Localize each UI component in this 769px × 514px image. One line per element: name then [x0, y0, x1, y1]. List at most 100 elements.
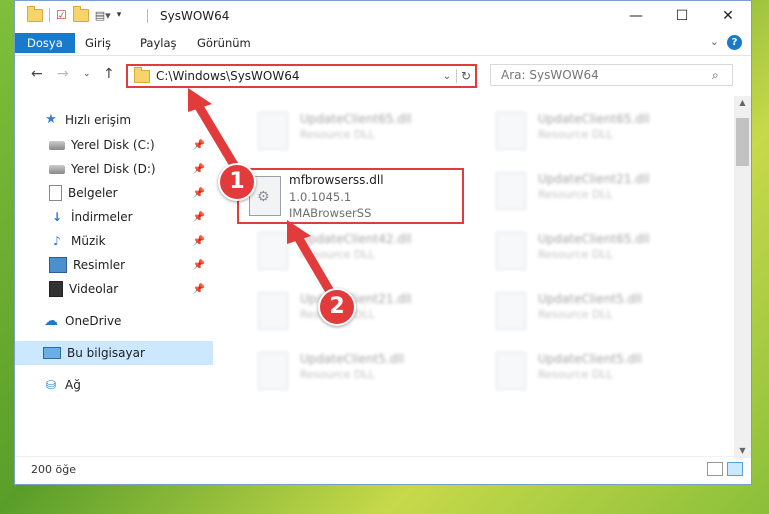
pin-icon[interactable]: 📌: [193, 188, 205, 199]
step-marker-1: 1: [218, 163, 256, 201]
status-bar: 200 öğe: [15, 456, 751, 484]
dll-file-icon: [496, 352, 526, 390]
file-item[interactable]: UpdateClient65.dll Resource DLL: [240, 106, 465, 156]
dll-file-icon: [496, 172, 526, 210]
star-icon: ★: [45, 112, 57, 127]
search-icon[interactable]: ⌕: [712, 68, 732, 83]
address-path[interactable]: C:\Windows\SysWOW64: [156, 69, 438, 83]
pin-icon[interactable]: 📌: [193, 260, 205, 271]
chevron-down-icon[interactable]: ⌄: [438, 71, 456, 82]
file-item[interactable]: UpdateClient5.dll Resource DLL: [478, 346, 703, 396]
onedrive-icon: ☁: [44, 313, 58, 329]
file-name: mfbrowserss.dll: [289, 173, 384, 187]
pin-icon[interactable]: 📌: [193, 236, 205, 247]
quick-access-toolbar: ☑ ▤▾ ▾: [27, 5, 122, 22]
nav-item-label: Resimler: [73, 258, 126, 272]
nav-item-label: Videolar: [69, 282, 119, 296]
details-view-icon[interactable]: [707, 462, 723, 476]
highlighted-file-item[interactable]: mfbrowserss.dll 1.0.1045.1 IMABrowserSS: [237, 168, 464, 224]
folder-icon: [134, 66, 150, 83]
file-name: UpdateClient5.dll: [300, 352, 404, 366]
file-item[interactable]: UpdateClient65.dll Resource DLL: [478, 106, 703, 156]
scrollbar-thumb[interactable]: [736, 118, 749, 166]
documents-icon: [49, 185, 62, 201]
file-description: Resource DLL: [538, 188, 613, 201]
customize-toolbar-icon[interactable]: ▾: [117, 10, 122, 20]
address-row: ← → ⌄ ↑ C:\Windows\SysWOW64 ⌄ ↻ ⌕: [15, 56, 751, 90]
window-controls: — ☐ ✕: [613, 1, 751, 31]
help-icon[interactable]: ?: [727, 35, 742, 50]
minimize-button[interactable]: —: [613, 1, 659, 31]
file-list: UpdateClient65.dll Resource DLL UpdateCl…: [220, 96, 732, 458]
maximize-button[interactable]: ☐: [659, 1, 705, 31]
file-item[interactable]: UpdateClient65.dll Resource DLL: [478, 226, 703, 276]
up-arrow-icon[interactable]: ↑: [103, 66, 115, 82]
nav-item-documents[interactable]: Belgeler 📌: [15, 181, 213, 205]
nav-item-pictures[interactable]: Resimler 📌: [15, 253, 213, 277]
file-name: UpdateClient42.dll: [300, 232, 412, 246]
nav-item-onedrive[interactable]: ☁ OneDrive: [15, 309, 213, 333]
file-description: Resource DLL: [538, 308, 613, 321]
network-icon: ⛁: [45, 378, 57, 392]
title-separator: [147, 9, 148, 23]
recent-locations-icon[interactable]: ⌄: [83, 69, 91, 79]
search-input[interactable]: [499, 67, 712, 83]
nav-item-label: OneDrive: [65, 314, 122, 328]
tab-home[interactable]: Giriş: [75, 33, 121, 53]
nav-item-local-disk-d[interactable]: Yerel Disk (D:) 📌: [15, 157, 213, 181]
nav-item-videos[interactable]: Videolar 📌: [15, 277, 213, 301]
nav-item-music[interactable]: ♪ Müzik 📌: [15, 229, 213, 253]
file-description: Resource DLL: [300, 128, 375, 141]
vertical-scrollbar[interactable]: ▲ ▼: [734, 96, 751, 458]
file-description: Resource DLL: [300, 368, 375, 381]
file-item[interactable]: UpdateClient21.dll Resource DLL: [478, 166, 703, 216]
tab-share[interactable]: Paylaş: [130, 33, 187, 53]
refresh-icon[interactable]: ↻: [456, 69, 475, 83]
file-version: 1.0.1045.1: [289, 190, 352, 204]
ribbon-tabs: Dosya Giriş Paylaş Görünüm ⌄ ?: [15, 31, 751, 56]
search-box[interactable]: ⌕: [490, 64, 733, 86]
dll-file-icon: [258, 352, 288, 390]
address-bar[interactable]: C:\Windows\SysWOW64 ⌄ ↻: [126, 64, 477, 88]
back-arrow-icon[interactable]: ←: [31, 66, 43, 82]
scroll-up-icon[interactable]: ▲: [734, 96, 751, 110]
tab-view[interactable]: Görünüm: [187, 33, 261, 53]
large-icons-view-icon[interactable]: [727, 462, 743, 476]
view-options-icon[interactable]: ▤▾: [95, 9, 111, 22]
nav-item-this-pc[interactable]: Bu bilgisayar: [15, 341, 213, 365]
pin-icon[interactable]: 📌: [193, 140, 205, 151]
music-icon: ♪: [53, 234, 61, 248]
file-explorer-window: ☑ ▤▾ ▾ SysWOW64 — ☐ ✕ Dosya Giriş Paylaş…: [14, 0, 752, 485]
new-folder-icon[interactable]: [72, 5, 89, 22]
file-description: IMABrowserSS: [289, 206, 372, 220]
pin-icon[interactable]: 📌: [193, 164, 205, 175]
nav-item-network[interactable]: ⛁ Ağ: [15, 373, 213, 397]
file-name: UpdateClient5.dll: [538, 292, 642, 306]
close-button[interactable]: ✕: [705, 1, 751, 31]
nav-item-local-disk-c[interactable]: Yerel Disk (C:) 📌: [15, 133, 213, 157]
pin-icon[interactable]: 📌: [193, 212, 205, 223]
file-description: Resource DLL: [538, 368, 613, 381]
file-item[interactable]: UpdateClient42.dll Resource DLL: [240, 226, 465, 276]
forward-arrow-icon[interactable]: →: [57, 66, 69, 82]
nav-item-quick-access[interactable]: ★ Hızlı erişim: [15, 108, 213, 132]
tab-file[interactable]: Dosya: [15, 33, 75, 53]
pictures-icon: [49, 257, 67, 273]
nav-item-downloads[interactable]: ↓ İndirmeler 📌: [15, 205, 213, 229]
file-name: UpdateClient5.dll: [538, 352, 642, 366]
step-marker-2: 2: [318, 288, 356, 326]
properties-icon[interactable]: ☑: [56, 8, 67, 22]
item-count: 200 öğe: [31, 463, 76, 476]
file-item[interactable]: UpdateClient5.dll Resource DLL: [240, 346, 465, 396]
nav-item-label: Belgeler: [68, 186, 118, 200]
file-item[interactable]: UpdateClient5.dll Resource DLL: [478, 286, 703, 336]
nav-item-label: Bu bilgisayar: [67, 346, 145, 360]
drive-icon: [49, 140, 65, 150]
this-pc-icon: [43, 347, 61, 359]
file-name: UpdateClient65.dll: [300, 112, 412, 126]
pin-icon[interactable]: 📌: [193, 284, 205, 295]
videos-icon: [49, 281, 63, 297]
view-toggle: [707, 462, 743, 476]
toolbar-separator: [49, 8, 50, 22]
expand-ribbon-icon[interactable]: ⌄: [710, 35, 719, 48]
